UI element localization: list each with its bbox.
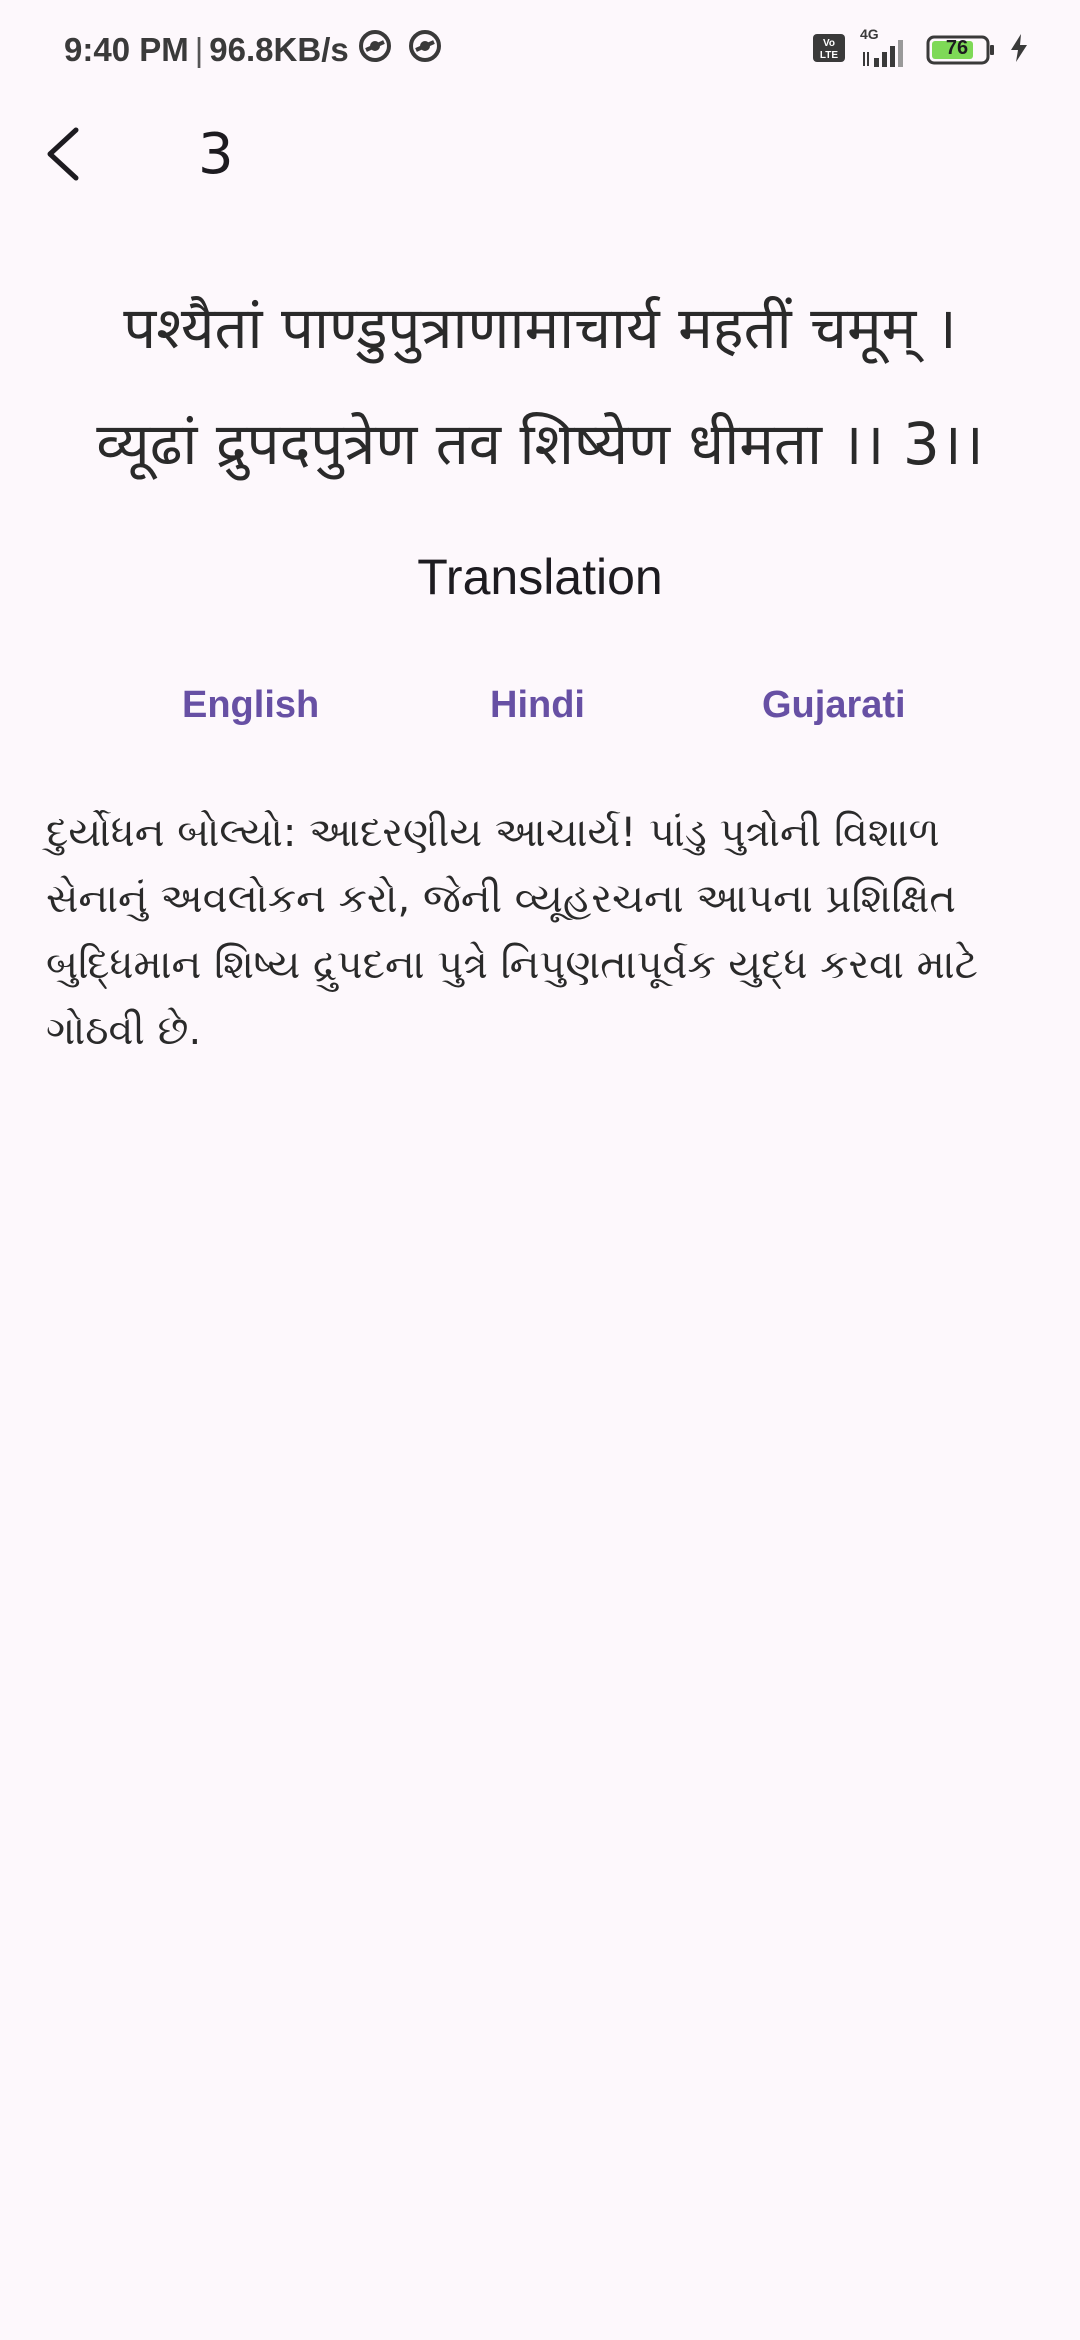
translation-heading: Translation <box>417 549 663 605</box>
volte-icon: Vo LTE <box>812 33 846 68</box>
svg-text:Vo: Vo <box>823 38 835 49</box>
translation-text: દુર્યોધન બોલ્યો: આદરણીય આચાર્ય! પાંડુ પુ… <box>46 810 978 1054</box>
svg-text:LTE: LTE <box>820 50 838 61</box>
verse-text: पश्यैतां पाण्डुपुत्राणामाचार्य महतीं चमू… <box>0 270 1080 502</box>
status-separator: | <box>194 31 204 68</box>
back-button[interactable] <box>30 118 94 194</box>
status-right: Vo LTE 4G 76 <box>812 26 1030 70</box>
back-arrow-icon <box>40 124 84 188</box>
battery-icon: 76 <box>926 34 996 66</box>
page-title: 3 <box>198 122 234 187</box>
status-left: 9:40 PM | 96.8KB/s <box>64 28 443 72</box>
battery-level: 76 <box>945 37 969 59</box>
network-speed: 96.8KB/s <box>209 31 349 68</box>
do-not-disturb-icon <box>357 28 393 72</box>
charging-icon <box>1008 32 1030 69</box>
language-tabs: English Hindi Gujarati <box>0 680 1080 750</box>
verse-line-1: पश्यैतां पाण्डुपुत्राणामाचार्य महतीं चमू… <box>123 294 957 362</box>
status-time: 9:40 PM <box>64 31 189 68</box>
status-bar: 9:40 PM | 96.8KB/s Vo LTE 4G 76 <box>0 0 1080 100</box>
tab-gujarati[interactable]: Gujarati <box>752 680 916 731</box>
do-not-disturb-icon <box>407 28 443 72</box>
tab-hindi[interactable]: Hindi <box>480 680 595 731</box>
tab-english[interactable]: English <box>172 680 329 731</box>
signal-icon: 4G <box>858 26 914 70</box>
app-bar: 3 <box>0 100 1080 220</box>
verse-line-2: व्यूढां द्रुपदपुत्रेण तव शिष्येण धीमता ।… <box>96 410 984 478</box>
